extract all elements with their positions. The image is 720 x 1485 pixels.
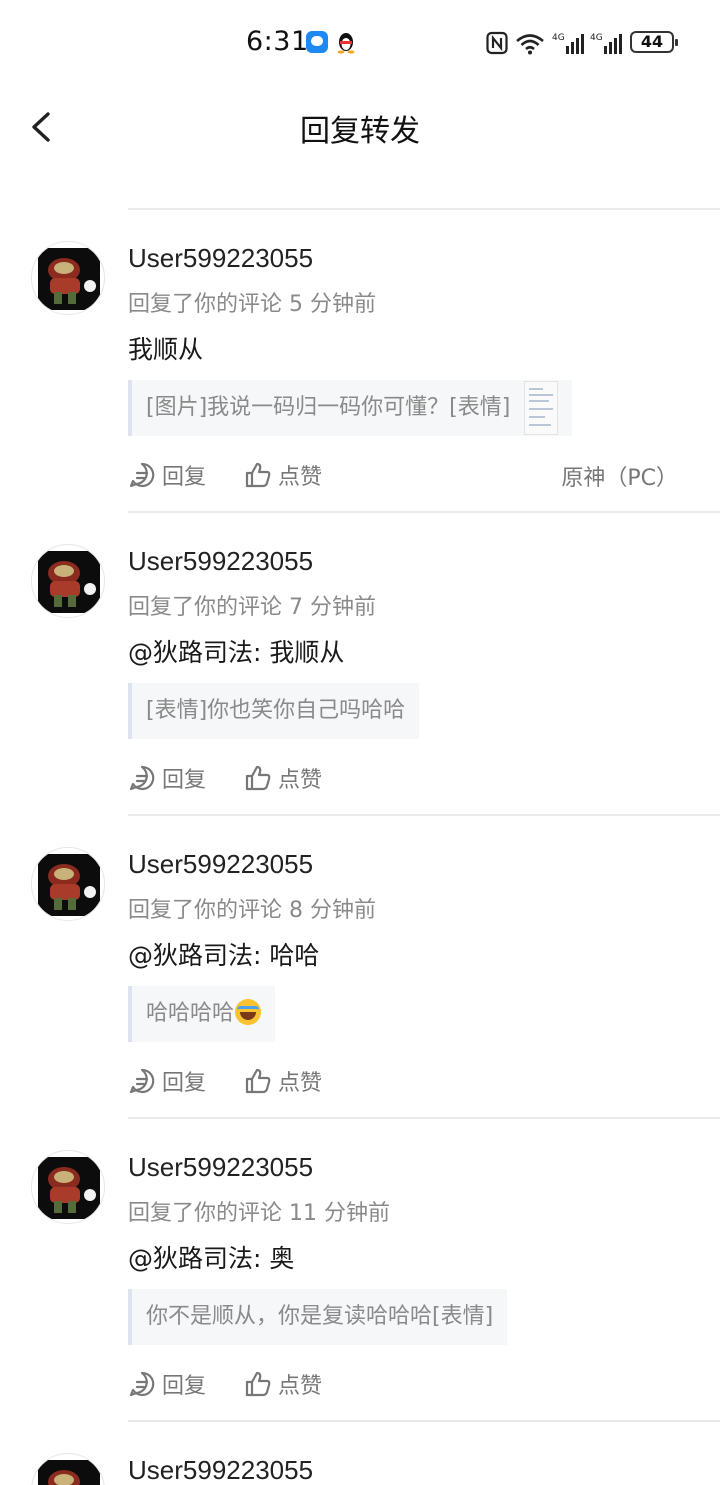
like-label: 点赞	[278, 1374, 323, 1399]
nfc-icon	[486, 31, 508, 55]
reply-meta: 回复了你的评论 11 分钟前	[128, 1201, 390, 1226]
signal-4g-icon: 4G	[552, 33, 584, 54]
username[interactable]: User599223055	[128, 1152, 313, 1183]
item-actions: 回复 点赞	[128, 458, 360, 492]
quoted-comment[interactable]: 你不是顺从，你是复读哈哈哈[表情]	[128, 1289, 508, 1345]
page-title: 回复转发	[300, 114, 420, 149]
quoted-comment[interactable]: [图片]我说一码归一码你可懂？[表情]	[128, 380, 573, 436]
avatar[interactable]	[31, 544, 105, 618]
list-item[interactable]: User599223055 回复了你的评论 8 分钟前 @狄路司法: 哈哈 哈哈…	[0, 816, 720, 1119]
item-actions: 回复 点赞	[128, 1064, 360, 1098]
thumbs-up-icon	[245, 765, 271, 791]
username[interactable]: User599223055	[128, 1455, 313, 1485]
reply-label: 回复	[162, 768, 207, 793]
reply-meta: 回复了你的评论 8 分钟前	[128, 898, 376, 923]
username[interactable]: User599223055	[128, 243, 313, 274]
reply-label: 回复	[162, 1374, 207, 1399]
thumbs-up-icon	[245, 1371, 271, 1397]
reply-content[interactable]: @狄路司法: 我顺从	[128, 633, 344, 669]
signal-4g-icon: 4G	[590, 33, 622, 54]
thumbs-up-icon	[245, 462, 271, 488]
list-item[interactable]: User599223055 回复了你的评论 7 分钟前 @狄路司法: 我顺从 […	[0, 513, 720, 816]
like-label: 点赞	[278, 465, 323, 490]
reply-content[interactable]: 我顺从	[128, 330, 203, 366]
qq-penguin-icon	[337, 33, 355, 54]
message-app-icon	[306, 31, 328, 53]
status-time: 6:31	[246, 26, 309, 57]
reply-button[interactable]: 回复	[128, 459, 206, 491]
item-actions: 回复 点赞	[128, 761, 360, 795]
quoted-text: [表情]你也笑你自己吗哈哈	[146, 698, 406, 723]
platform-tag[interactable]: 原神（PC）	[561, 460, 678, 492]
list-item[interactable]: User599223055 回复了你的评论 11 分钟前 @狄路司法: 奥 你不…	[0, 1119, 720, 1422]
like-label: 点赞	[278, 768, 323, 793]
comment-bubble-icon	[129, 765, 155, 791]
quoted-text: [图片]我说一码归一码你可懂？[表情]	[146, 395, 511, 420]
svg-text:4G: 4G	[590, 33, 603, 43]
quoted-comment[interactable]: 哈哈哈哈	[128, 986, 276, 1042]
battery-indicator: 44	[630, 31, 678, 53]
previous-item-actions-partial	[128, 170, 688, 184]
reply-button[interactable]: 回复	[128, 762, 206, 794]
svg-text:4G: 4G	[552, 33, 565, 43]
reply-button[interactable]: 回复	[128, 1368, 206, 1400]
list-item[interactable]: User599223055 回复了你的评论 5 分钟前 我顺从 [图片]我说一码…	[0, 210, 720, 513]
reply-meta: 回复了你的评论 5 分钟前	[128, 292, 376, 317]
comment-bubble-icon	[129, 1068, 155, 1094]
reply-label: 回复	[162, 1071, 207, 1096]
avatar[interactable]	[31, 1150, 105, 1224]
username[interactable]: User599223055	[128, 546, 313, 577]
like-button[interactable]: 点赞	[244, 762, 322, 794]
like-button[interactable]: 点赞	[244, 1065, 322, 1097]
list-item[interactable]: User599223055	[0, 1422, 720, 1485]
avatar[interactable]	[31, 847, 105, 921]
like-label: 点赞	[278, 1071, 323, 1096]
top-bar: 回复转发	[0, 84, 720, 170]
laughing-crying-emoji-icon	[235, 999, 262, 1025]
reply-content[interactable]: @狄路司法: 哈哈	[128, 936, 319, 972]
avatar[interactable]	[31, 241, 105, 315]
like-button[interactable]: 点赞	[244, 1368, 322, 1400]
item-actions: 回复 点赞	[128, 1367, 360, 1401]
reply-content[interactable]: @狄路司法: 奥	[128, 1239, 294, 1275]
reply-label: 回复	[162, 465, 207, 490]
avatar[interactable]	[31, 1453, 105, 1485]
quoted-text: 你不是顺从，你是复读哈哈哈[表情]	[146, 1304, 494, 1329]
status-bar: 6:31 4G 4G 44	[0, 0, 720, 84]
thumbs-up-icon	[245, 1068, 271, 1094]
reply-meta: 回复了你的评论 7 分钟前	[128, 595, 376, 620]
comment-bubble-icon	[129, 1371, 155, 1397]
quoted-text: 哈哈哈哈	[146, 1001, 235, 1026]
wifi-icon	[516, 34, 544, 55]
quoted-comment[interactable]: [表情]你也笑你自己吗哈哈	[128, 683, 420, 739]
like-button[interactable]: 点赞	[244, 459, 322, 491]
comment-bubble-icon	[129, 462, 155, 488]
username[interactable]: User599223055	[128, 849, 313, 880]
reply-button[interactable]: 回复	[128, 1065, 206, 1097]
quoted-image-thumbnail[interactable]	[524, 381, 559, 435]
